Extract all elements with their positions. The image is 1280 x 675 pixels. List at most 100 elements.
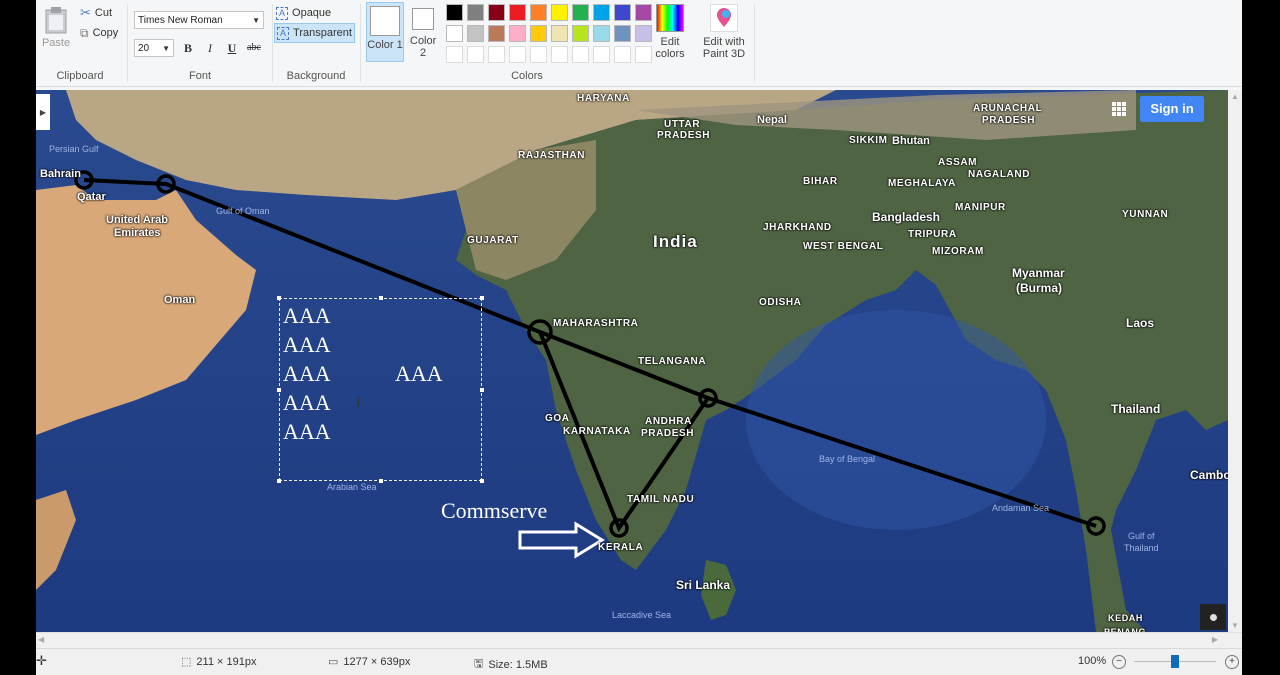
custom-color-slot[interactable] (572, 46, 589, 63)
palette-swatch[interactable] (530, 25, 547, 42)
chevron-right-icon: ▶ (39, 107, 47, 117)
palette-swatch[interactable] (614, 25, 631, 42)
zoom-slider-thumb[interactable] (1171, 655, 1179, 668)
map-label: ARUNACHAL (973, 103, 1043, 114)
font-group: Times New Roman ▼ 20 ▼ B I U abc Font (130, 0, 270, 86)
map-label: United Arab (106, 214, 168, 226)
map-label: Emirates (114, 227, 161, 239)
text-line: AAA (283, 390, 331, 415)
resize-handle[interactable] (277, 388, 281, 392)
copy-icon: ⧉ (80, 25, 89, 40)
palette-swatch[interactable] (446, 4, 463, 21)
font-size-dropdown[interactable]: 20 ▼ (134, 39, 174, 57)
map-label: KEDAH (1108, 613, 1144, 623)
transparent-label: Transparent (293, 27, 352, 39)
palette-swatch[interactable] (551, 25, 568, 42)
resize-handle[interactable] (277, 479, 281, 483)
palette-swatch[interactable] (509, 25, 526, 42)
cut-label: Cut (94, 7, 113, 19)
palette-swatch[interactable] (530, 4, 547, 21)
map-label: BIHAR (803, 176, 838, 187)
group-divider (360, 4, 361, 82)
edit-paint3d-button[interactable]: Edit with Paint 3D (698, 4, 750, 60)
custom-color-slot[interactable] (593, 46, 610, 63)
palette-swatch[interactable] (467, 4, 484, 21)
font-family-dropdown[interactable]: Times New Roman ▼ (134, 11, 264, 29)
selection-size-value: 211 × 191px (196, 655, 257, 668)
selection-icon: ⬚ (181, 656, 192, 668)
map-label: Arabian Sea (327, 482, 377, 492)
zoom-in-button[interactable]: + (1225, 655, 1239, 669)
paste-button[interactable]: Paste (42, 6, 70, 49)
text-cursor-icon: I (356, 395, 361, 410)
vertical-scrollbar[interactable]: ▲ ▼ (1228, 90, 1242, 632)
palette-swatch[interactable] (446, 25, 463, 42)
map-image[interactable]: HARYANA UTTAR PRADESH Nepal RAJASTHAN AR… (36, 90, 1228, 632)
palette-swatch[interactable] (614, 4, 631, 21)
custom-color-slot[interactable] (467, 46, 484, 63)
palette-swatch[interactable] (509, 4, 526, 21)
map-label: Bhutan (892, 135, 930, 147)
map-label: GUJARAT (467, 235, 519, 246)
transparent-button[interactable]: A Transparent (274, 23, 355, 43)
palette-swatch[interactable] (572, 4, 589, 21)
copy-button[interactable]: ⧉ Copy (80, 24, 118, 42)
palette-swatch[interactable] (488, 4, 505, 21)
color1-button[interactable]: Color 1 (366, 2, 404, 62)
zoom-out-button[interactable]: − (1112, 655, 1126, 669)
cut-button[interactable]: ✂ Cut (80, 4, 112, 22)
resize-handle[interactable] (480, 479, 484, 483)
horizontal-scrollbar[interactable]: ◀ ▶ (36, 632, 1242, 649)
resize-handle[interactable] (379, 296, 383, 300)
map-label: ODISHA (759, 297, 802, 308)
map-label: PRADESH (641, 428, 695, 439)
custom-color-slot[interactable] (551, 46, 568, 63)
transparent-icon: A (277, 26, 290, 40)
palette-swatch[interactable] (593, 4, 610, 21)
canvas-area[interactable]: HARYANA UTTAR PRADESH Nepal RAJASTHAN AR… (36, 90, 1242, 632)
expand-panel-button[interactable]: ▶ (36, 94, 50, 130)
custom-color-slot[interactable] (488, 46, 505, 63)
palette-swatch[interactable] (572, 25, 589, 42)
resize-handle[interactable] (379, 479, 383, 483)
scroll-right-icon[interactable]: ▶ (1212, 635, 1218, 644)
scroll-left-icon[interactable]: ◀ (38, 635, 44, 644)
color2-button[interactable]: Color 2 (408, 8, 438, 59)
map-label: Gulf of (1128, 531, 1155, 541)
map-label: Persian Gulf (49, 144, 99, 154)
map-label: Laos (1126, 316, 1155, 330)
palette-swatch[interactable] (551, 4, 568, 21)
paint-window: Paste ✂ Cut ⧉ Copy Clipboard Times New R… (36, 0, 1242, 675)
map-label: MIZORAM (932, 246, 984, 257)
resize-handle[interactable] (480, 388, 484, 392)
sign-in-button[interactable]: Sign in (1140, 96, 1204, 122)
palette-swatch[interactable] (467, 25, 484, 42)
edit-colors-button[interactable]: Edit colors (650, 4, 690, 60)
scissors-icon: ✂ (80, 5, 91, 20)
custom-color-slot[interactable] (614, 46, 631, 63)
palette-swatch[interactable] (488, 25, 505, 42)
opaque-button[interactable]: A Opaque (276, 4, 331, 22)
custom-color-slot[interactable] (446, 46, 463, 63)
bold-button[interactable]: B (179, 40, 197, 56)
text-box-selection[interactable]: AAA AAA AAA AAA AAA AAA I (277, 296, 484, 483)
zoom-slider[interactable] (1134, 655, 1216, 668)
resize-handle[interactable] (480, 296, 484, 300)
custom-color-slot[interactable] (530, 46, 547, 63)
scroll-down-icon[interactable]: ▼ (1231, 621, 1239, 630)
apps-grid-icon[interactable] (1112, 102, 1126, 116)
map-label: PRADESH (657, 130, 711, 141)
strikethrough-button[interactable]: abc (245, 40, 263, 56)
scroll-up-icon[interactable]: ▲ (1231, 92, 1239, 101)
copy-label: Copy (92, 27, 119, 39)
italic-button[interactable]: I (201, 40, 219, 56)
location-button[interactable] (1200, 604, 1226, 630)
chevron-down-icon: ▼ (162, 44, 170, 53)
map-label: Sri Lanka (676, 578, 731, 592)
map-label: MAHARASHTRA (553, 318, 639, 329)
map-label: Oman (164, 294, 196, 306)
resize-handle[interactable] (277, 296, 281, 300)
palette-swatch[interactable] (593, 25, 610, 42)
custom-color-slot[interactable] (509, 46, 526, 63)
underline-button[interactable]: U (223, 40, 241, 56)
